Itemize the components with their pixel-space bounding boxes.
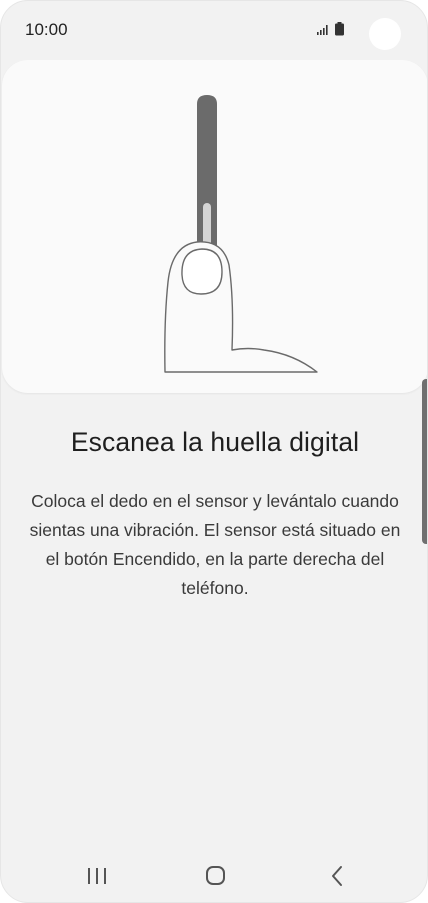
status-bar: 10:00 (1, 1, 427, 59)
page-title: Escanea la huella digital (70, 427, 360, 457)
status-time: 10:00 (25, 20, 68, 39)
back-icon (332, 866, 342, 886)
recents-button[interactable] (67, 851, 127, 901)
home-icon (206, 866, 225, 885)
home-button[interactable] (185, 851, 245, 901)
status-icons (313, 19, 353, 39)
back-button[interactable] (307, 851, 367, 901)
camera-cutout (369, 18, 401, 50)
phone-screen: 10:00 Escanea la huella digital Coloca e… (0, 0, 428, 903)
recents-icon (88, 868, 106, 884)
signal-bars-icon (317, 22, 344, 36)
battery-icon (335, 22, 344, 36)
finger-on-side-sensor-illustration (164, 95, 318, 373)
instruction-text: Coloca el dedo en el sensor y levántalo … (29, 491, 401, 598)
scroll-indicator[interactable] (422, 379, 427, 544)
navigation-bar (1, 851, 427, 901)
fingerprint-illustration-card (2, 60, 427, 393)
